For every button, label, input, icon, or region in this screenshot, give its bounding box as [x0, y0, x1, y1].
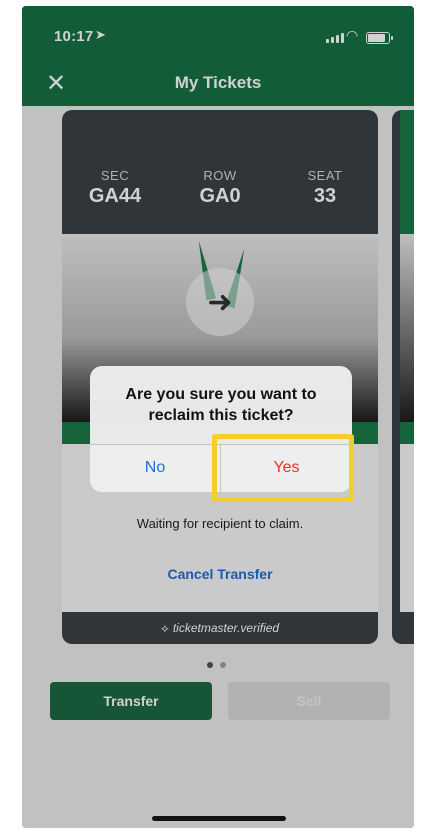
home-indicator[interactable]	[152, 816, 286, 821]
no-button[interactable]: No	[90, 444, 220, 492]
dialog-message: Are you sure you want to reclaim this ti…	[125, 386, 317, 424]
yes-button-highlight	[212, 434, 354, 502]
phone-screen: 10:17 ➤ ◠ ✕ My Tickets SEC GA44 ROW GA0 …	[22, 6, 414, 828]
